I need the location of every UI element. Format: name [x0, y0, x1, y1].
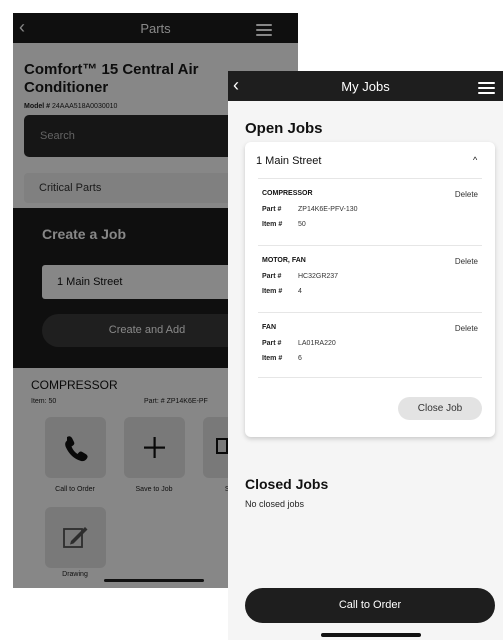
- item-number-label: Item #: [262, 355, 283, 362]
- delete-button[interactable]: Delete: [455, 324, 478, 333]
- close-job-button[interactable]: Close Job: [398, 397, 482, 420]
- job-title[interactable]: 1 Main Street: [256, 155, 321, 167]
- call-to-order-label: Call to Order: [338, 599, 402, 611]
- call-to-order-tile[interactable]: [45, 417, 106, 478]
- part-name: FAN: [262, 324, 276, 331]
- save-to-job-tile[interactable]: [124, 417, 185, 478]
- part-number-line: Part # ZP14K6E-PFV-130: [262, 206, 358, 213]
- item-number-line: Item # 6: [262, 355, 302, 362]
- delete-button[interactable]: Delete: [455, 190, 478, 199]
- component-name: COMPRESSOR: [31, 378, 118, 392]
- part-name: COMPRESSOR: [262, 190, 313, 197]
- item-number-label: Item #: [262, 288, 283, 295]
- part-number-line: Part # HC32GR237: [262, 273, 338, 280]
- home-indicator: [321, 633, 421, 637]
- call-to-order-label: Call to Order: [55, 486, 95, 493]
- model-number: Model # 24AAA518A0030010: [24, 103, 117, 110]
- open-jobs-title: Open Jobs: [245, 120, 323, 137]
- part-number-value: HC32GR237: [298, 273, 339, 280]
- product-title: Comfort™ 15 Central Air Conditioner: [24, 61, 199, 96]
- item-number-value: 6: [298, 355, 302, 362]
- my-jobs-screen: ‹ My Jobs Open Jobs 1 Main Street ^ COMP…: [228, 71, 503, 640]
- save-to-job-label: Save to Job: [135, 486, 173, 493]
- item-number-value: 50: [298, 221, 306, 228]
- critical-parts-label: Critical Parts: [39, 182, 102, 194]
- home-indicator: [104, 579, 204, 582]
- part-name: MOTOR, FAN: [262, 257, 306, 264]
- delete-button[interactable]: Delete: [455, 257, 478, 266]
- create-and-add-label: Create and Add: [108, 324, 186, 336]
- jobs-header-title: My Jobs: [341, 79, 390, 94]
- close-job-label: Close Job: [417, 403, 463, 414]
- item-number-label: Item #: [262, 221, 283, 228]
- part-number-value: ZP14K6E-PFV-130: [298, 206, 358, 213]
- part-number-line: Part # LA01RA220: [262, 340, 336, 347]
- part-number-label: Part #: [262, 273, 282, 280]
- component-part: Part: # ZP14K6E-PF: [144, 398, 208, 405]
- jobs-header: ‹ My Jobs: [228, 71, 503, 101]
- phone-icon: [65, 436, 88, 462]
- closed-jobs-empty: No closed jobs: [245, 499, 305, 509]
- plus-icon: [144, 437, 165, 458]
- drawing-label: Drawing: [62, 571, 88, 578]
- parts-header: ‹ Parts: [13, 13, 298, 43]
- closed-jobs-title: Closed Jobs: [245, 476, 329, 492]
- list-item: FAN Delete Part # LA01RA220 Item # 6: [258, 312, 482, 378]
- edit-icon: [63, 527, 88, 548]
- drawing-tile[interactable]: [45, 507, 106, 568]
- item-number-value: 4: [298, 288, 302, 295]
- part-number-label: Part #: [262, 206, 282, 213]
- list-item: MOTOR, FAN Delete Part # HC32GR237 Item #…: [258, 245, 482, 311]
- call-to-order-button[interactable]: Call to Order: [245, 588, 495, 623]
- model-label: Model #: [24, 103, 51, 110]
- menu-icon[interactable]: [478, 82, 495, 97]
- menu-icon[interactable]: [256, 24, 272, 39]
- chevron-up-icon[interactable]: ^: [473, 155, 477, 165]
- part-number-value: LA01RA220: [298, 340, 336, 347]
- model-value: 24AAA518A0030010: [52, 103, 118, 110]
- list-item: COMPRESSOR Delete Part # ZP14K6E-PFV-130 …: [258, 178, 482, 244]
- item-number-line: Item # 50: [262, 221, 306, 228]
- create-job-title: Create a Job: [42, 226, 127, 242]
- component-item: Item: 50: [31, 398, 57, 405]
- search-placeholder: Search: [40, 130, 75, 142]
- item-number-line: Item # 4: [262, 288, 302, 295]
- job-card: 1 Main Street ^ COMPRESSOR Delete Part #…: [245, 142, 495, 437]
- job-name-value: 1 Main Street: [57, 276, 123, 288]
- part-number-label: Part #: [262, 340, 282, 347]
